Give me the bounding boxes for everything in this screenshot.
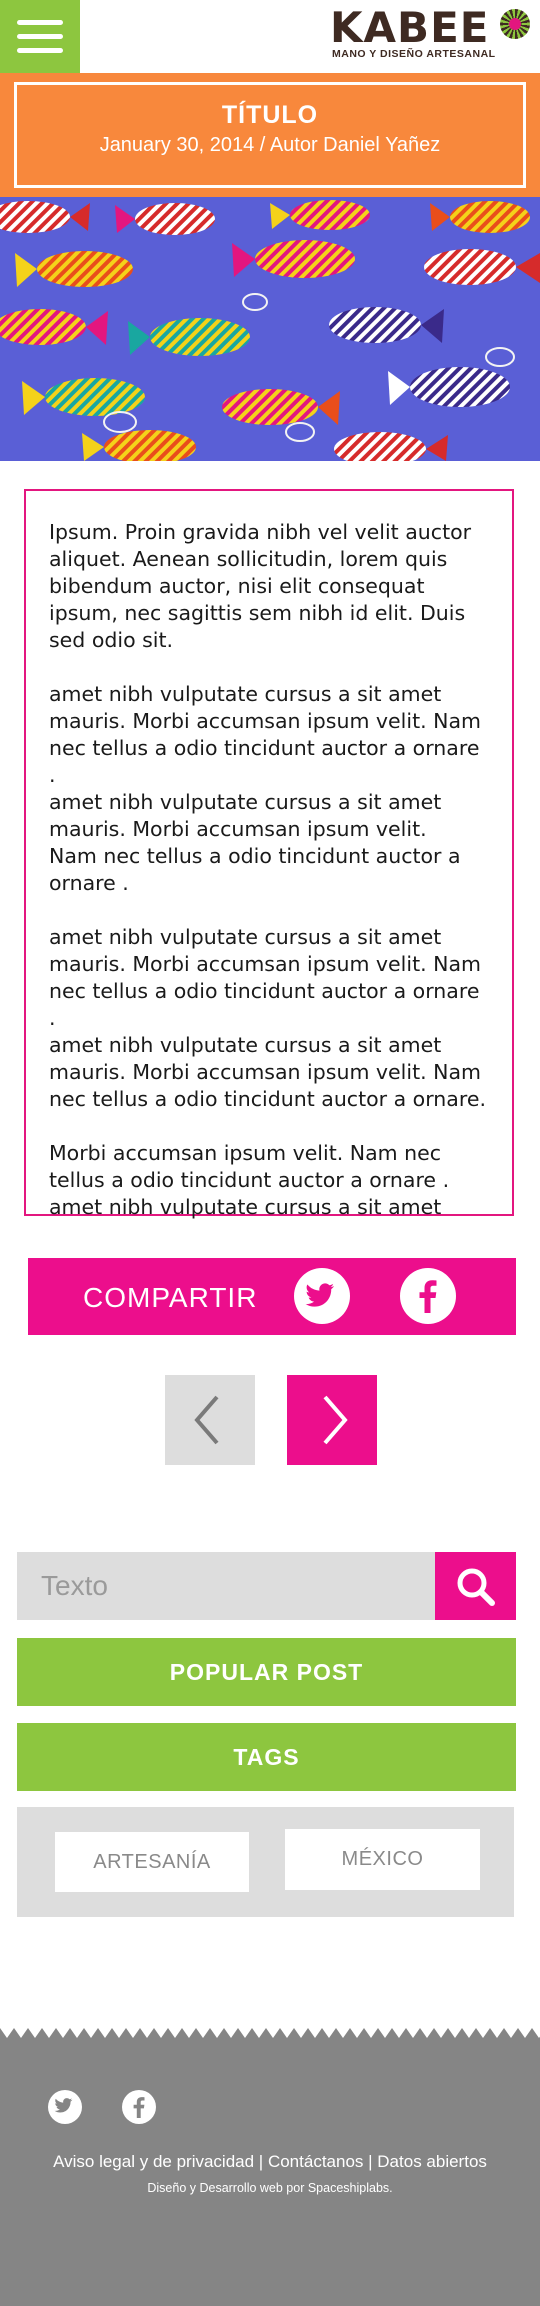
- footer-link-privacy[interactable]: Aviso legal y de privacidad: [53, 2152, 254, 2171]
- footer-separator: |: [363, 2152, 378, 2171]
- kabee-logo[interactable]: KABEE MANO Y DISEÑO ARTESANAL: [330, 5, 530, 65]
- search-form: [17, 1552, 516, 1620]
- popular-post-button[interactable]: POPULAR POST: [17, 1638, 516, 1706]
- chevron-left-icon: [194, 1395, 219, 1445]
- logo-wordmark: KABEE: [330, 3, 490, 52]
- footer-link-contact[interactable]: Contáctanos: [268, 2152, 363, 2171]
- facebook-icon[interactable]: [400, 1268, 456, 1324]
- menu-bar-icon: [17, 48, 63, 53]
- post-author: / Autor Daniel Yañez: [254, 134, 441, 156]
- tag-artesania[interactable]: ARTESANÍA: [55, 1832, 249, 1892]
- post-meta: January 30, 2014 / Autor Daniel Yañez: [17, 134, 523, 157]
- woven-fish-illustration: [0, 197, 540, 461]
- share-bar: COMPARTIR: [28, 1258, 516, 1335]
- post-paragraph: Ipsum. Proin gravida nibh vel velit auct…: [49, 520, 472, 652]
- post-paragraph: amet nibh vulputate cursus a sit amet ma…: [49, 925, 486, 1111]
- logo-tagline: MANO Y DISEÑO ARTESANAL: [332, 48, 496, 60]
- footer-separator: |: [254, 2152, 268, 2171]
- post-title-frame: TÍTULO January 30, 2014 / Autor Daniel Y…: [14, 82, 526, 188]
- previous-post-button[interactable]: [165, 1375, 255, 1465]
- footer-twitter-icon[interactable]: [48, 2090, 82, 2124]
- hero-image-woven-fish: [0, 197, 540, 461]
- footer-zigzag-edge: [0, 2028, 540, 2038]
- chevron-right-icon: [323, 1395, 348, 1445]
- tags-button[interactable]: TAGS: [17, 1723, 516, 1791]
- search-input[interactable]: [17, 1552, 435, 1620]
- post-date: January 30, 2014: [99, 134, 255, 156]
- hamburger-menu-button[interactable]: [0, 0, 80, 73]
- twitter-icon[interactable]: [294, 1268, 350, 1324]
- footer-link-open-data[interactable]: Datos abiertos: [377, 2152, 487, 2171]
- post-body: Ipsum. Proin gravida nibh vel velit auct…: [24, 489, 514, 1219]
- search-icon: [457, 1568, 495, 1606]
- post-paragraph: amet nibh vulputate cursus a sit amet ma…: [49, 682, 482, 895]
- post-title: TÍTULO: [221, 101, 319, 129]
- site-header: KABEE MANO Y DISEÑO ARTESANAL: [0, 0, 540, 73]
- footer-credit: Diseño y Desarrollo web por Spaceshiplab…: [147, 2181, 393, 2195]
- tags-panel: ARTESANÍA MÉXICO: [17, 1807, 514, 1917]
- post-title-block: TÍTULO January 30, 2014 / Autor Daniel Y…: [0, 73, 540, 197]
- post-paragraph: Morbi accumsan ipsum velit. Nam nec tell…: [49, 1141, 450, 1219]
- tag-mexico[interactable]: MÉXICO: [285, 1829, 480, 1890]
- next-post-button[interactable]: [287, 1375, 377, 1465]
- logo-emblem-icon: [500, 9, 530, 39]
- menu-bar-icon: [17, 20, 63, 25]
- share-label: COMPARTIR: [83, 1282, 258, 1313]
- menu-bar-icon: [17, 34, 63, 39]
- footer-facebook-icon[interactable]: [122, 2090, 156, 2124]
- footer-links: Aviso legal y de privacidad | Contáctano…: [0, 2152, 540, 2172]
- search-button[interactable]: [435, 1552, 516, 1620]
